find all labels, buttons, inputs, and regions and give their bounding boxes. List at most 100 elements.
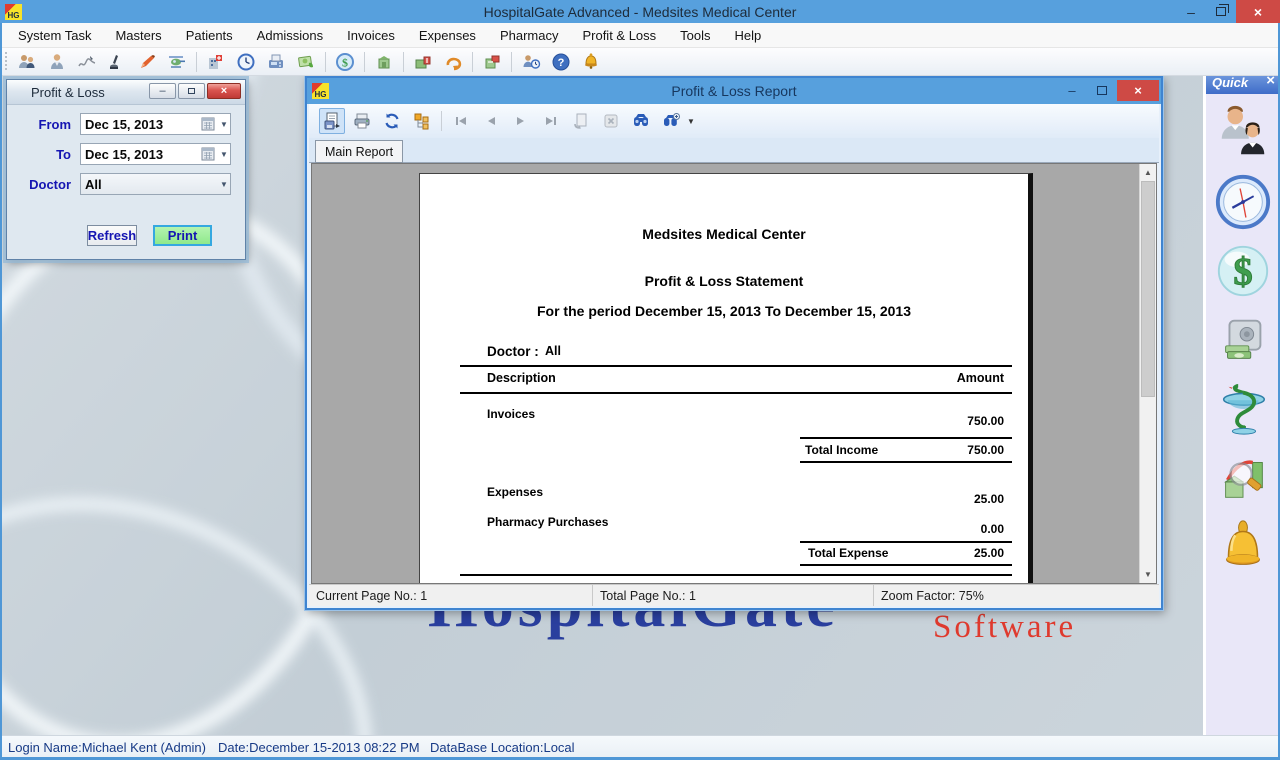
quick-panel: Quick × $ — [1203, 70, 1280, 735]
quick-pharmacy-icon[interactable] — [1213, 379, 1273, 439]
dollar-icon[interactable]: $ — [332, 50, 358, 74]
close-preview-icon[interactable] — [598, 108, 624, 134]
report-company: Medsites Medical Center — [420, 226, 1028, 242]
maximize-icon — [1097, 86, 1107, 95]
invoice-icon[interactable] — [293, 50, 319, 74]
signature-icon[interactable] — [74, 50, 100, 74]
col-description: Description — [487, 371, 556, 385]
report-rule — [800, 564, 1012, 566]
row-pharmacy-amount: 0.00 — [981, 522, 1004, 536]
find-icon[interactable] — [628, 108, 654, 134]
quick-clock-icon[interactable] — [1213, 172, 1273, 232]
watermark-software: Software — [933, 609, 1076, 646]
report-doctor-label: Doctor : — [487, 344, 539, 359]
admission-icon[interactable] — [203, 50, 229, 74]
quick-patients-icon[interactable] — [1213, 103, 1273, 163]
row-total-expense-amount: 25.00 — [974, 546, 1004, 560]
from-date-field[interactable]: Dec 15, 2013 ▼ — [80, 113, 231, 135]
to-date-field[interactable]: Dec 15, 2013 ▼ — [80, 143, 231, 165]
menu-admissions[interactable]: Admissions — [245, 23, 335, 48]
calendar-icon — [201, 147, 216, 161]
menubar: System Task Masters Patients Admissions … — [0, 23, 1280, 48]
goto-page-icon[interactable] — [568, 108, 594, 134]
fax-icon[interactable] — [263, 50, 289, 74]
menu-invoices[interactable]: Invoices — [335, 23, 407, 48]
bell-icon[interactable] — [578, 50, 604, 74]
dialog-minimize-button[interactable]: – — [149, 83, 176, 99]
dialog-maximize-button[interactable] — [178, 83, 205, 99]
window-left-edge — [0, 23, 2, 760]
report-minimize-button[interactable]: – — [1057, 80, 1087, 101]
pharmacy-box-icon[interactable] — [410, 50, 436, 74]
report-rule — [800, 437, 1012, 439]
first-page-icon[interactable] — [448, 108, 474, 134]
quick-billing-icon[interactable]: $ — [1213, 241, 1273, 301]
menu-profit-loss[interactable]: Profit & Loss — [570, 23, 668, 48]
tab-main-report[interactable]: Main Report — [315, 140, 403, 163]
scroll-down-icon[interactable]: ▼ — [1140, 566, 1156, 583]
next-page-icon[interactable] — [508, 108, 534, 134]
report-scrollbar[interactable]: ▲ ▼ — [1139, 164, 1156, 583]
undo-icon[interactable] — [440, 50, 466, 74]
report-page: Medsites Medical Center Profit & Loss St… — [419, 173, 1033, 584]
menu-patients[interactable]: Patients — [174, 23, 245, 48]
report-close-button[interactable]: × — [1117, 80, 1159, 101]
toolbar-separator — [325, 52, 326, 72]
patient-icon[interactable] — [44, 50, 70, 74]
doctor-select-value: All — [81, 177, 218, 192]
report-rule — [800, 541, 1012, 543]
menu-pharmacy[interactable]: Pharmacy — [488, 23, 571, 48]
quick-panel-title: Quick — [1206, 75, 1248, 90]
zoom-icon[interactable] — [658, 108, 684, 134]
menu-tools[interactable]: Tools — [668, 23, 722, 48]
dialog-close-button[interactable]: × — [207, 83, 241, 99]
quick-alert-icon[interactable] — [1213, 517, 1273, 577]
row-invoices-label: Invoices — [487, 407, 535, 421]
report-maximize-button[interactable] — [1087, 80, 1117, 101]
zoom-dropdown-icon[interactable]: ▼ — [687, 117, 695, 126]
print-button[interactable]: Print — [153, 225, 212, 246]
last-page-icon[interactable] — [538, 108, 564, 134]
helicopter-icon[interactable] — [164, 50, 190, 74]
previous-page-icon[interactable] — [478, 108, 504, 134]
row-total-income-label: Total Income — [805, 443, 878, 457]
supplier-icon[interactable] — [479, 50, 505, 74]
menu-masters[interactable]: Masters — [103, 23, 173, 48]
help-icon[interactable]: ? — [548, 50, 574, 74]
print-report-icon[interactable] — [349, 108, 375, 134]
pen-icon[interactable] — [134, 50, 160, 74]
group-tree-icon[interactable] — [409, 108, 435, 134]
report-statusbar: Current Page No.: 1 Total Page No.: 1 Zo… — [309, 584, 1159, 606]
refresh-report-icon[interactable] — [379, 108, 405, 134]
scrollbar-thumb[interactable] — [1141, 181, 1155, 397]
quick-expense-icon[interactable] — [1213, 310, 1273, 370]
refresh-button[interactable]: Refresh — [87, 225, 137, 246]
restore-icon — [1216, 7, 1226, 16]
stamp-icon[interactable] — [104, 50, 130, 74]
from-date-value: Dec 15, 2013 — [81, 117, 201, 132]
menu-help[interactable]: Help — [723, 23, 774, 48]
menu-expenses[interactable]: Expenses — [407, 23, 488, 48]
clock-icon[interactable] — [233, 50, 259, 74]
doctor-select[interactable]: All ▼ — [80, 173, 231, 195]
patients-icon[interactable] — [14, 50, 40, 74]
schedule-icon[interactable] — [518, 50, 544, 74]
menu-system-task[interactable]: System Task — [6, 23, 103, 48]
dialog-title: Profit & Loss — [7, 85, 105, 100]
toolbar-separator — [196, 52, 197, 72]
minimize-button[interactable]: – — [1176, 0, 1206, 23]
expense-icon[interactable] — [371, 50, 397, 74]
restore-button[interactable] — [1206, 0, 1236, 23]
close-button[interactable]: × — [1236, 0, 1280, 23]
date-status: Date:December 15-2013 08:22 PM — [218, 740, 420, 755]
quick-report-icon[interactable] — [1213, 448, 1273, 508]
scroll-up-icon[interactable]: ▲ — [1140, 164, 1156, 181]
export-report-icon[interactable] — [319, 108, 345, 134]
from-date-dropdown-icon[interactable]: ▼ — [218, 120, 230, 129]
dialog-titlebar: Profit & Loss – × — [7, 80, 245, 105]
report-rule — [460, 392, 1012, 394]
to-date-dropdown-icon[interactable]: ▼ — [218, 150, 230, 159]
main-toolbar: $ ? — [0, 48, 1280, 76]
toolbar-separator — [472, 52, 473, 72]
toolbar-separator — [403, 52, 404, 72]
